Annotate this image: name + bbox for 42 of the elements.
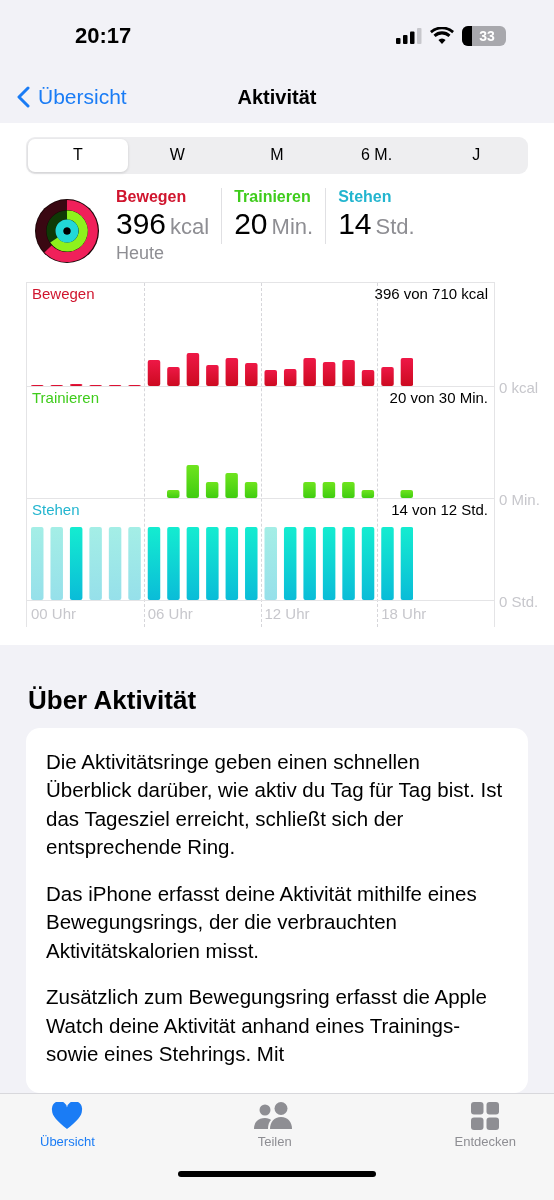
period-label: Heute xyxy=(116,242,166,264)
metric-unit: Std. xyxy=(375,213,415,240)
section-heading: Über Aktivität xyxy=(28,684,198,716)
goal-text: 396 von 710 kcal xyxy=(374,284,488,302)
status-time: 20:17 xyxy=(75,22,132,49)
goal-text: 14 von 12 Std. xyxy=(391,500,488,518)
heart-icon xyxy=(51,1101,84,1130)
grid-icon xyxy=(471,1101,500,1130)
wifi-icon xyxy=(430,27,454,45)
metric-label: Bewegen xyxy=(116,187,188,206)
page-title: Aktivität xyxy=(237,85,317,109)
axis-label: 06 Uhr xyxy=(146,603,194,624)
axis-label: 18 Uhr xyxy=(380,603,428,624)
segment-tab[interactable]: T xyxy=(28,138,128,172)
metric-value: 396 xyxy=(116,206,167,241)
segment-tab[interactable]: W xyxy=(127,138,228,172)
info-paragraph: Das iPhone erfasst deine Aktivität mithilfe eines Bewegungsrings, der die verbrauchten Aktivitätskalorien misst. xyxy=(46,880,478,964)
chevron-left-icon xyxy=(17,86,30,109)
metric-label: Stehen xyxy=(338,187,393,206)
metric-value: 14 xyxy=(338,206,372,241)
segment-tab[interactable]: M xyxy=(227,138,327,172)
activity-rings-icon xyxy=(34,197,100,264)
chart-label: Trainieren xyxy=(32,388,99,406)
axis-label: 00 Uhr xyxy=(30,603,78,624)
goal-text: 20 von 30 Min. xyxy=(389,388,488,406)
axis-zero-label: 0 Std. xyxy=(499,592,539,610)
signal-icon xyxy=(396,27,422,44)
metric-unit: Min. xyxy=(271,213,314,240)
battery-icon: 33 xyxy=(462,25,506,46)
chart-label: Stehen xyxy=(32,500,80,518)
tab-item[interactable]: Übersicht xyxy=(40,1101,95,1149)
metric-value: 20 xyxy=(234,206,268,241)
axis-zero-label: 0 kcal xyxy=(499,378,539,396)
axis-zero-label: 0 Min. xyxy=(499,490,540,508)
info-paragraph: Die Aktivitätsringe geben einen schnellen Überblick darüber, wie aktiv du Tag für Tag bist. Ist das Tagesziel erreicht, schließt sich der entsprechende Ring. xyxy=(46,748,504,861)
back-link[interactable]: Übersicht xyxy=(0,85,127,110)
metric-label: Trainieren xyxy=(234,187,312,206)
segment-tab[interactable]: J xyxy=(426,138,526,172)
info-paragraph: Zusätzlich zum Bewegungsring erfasst die Apple Watch deine Aktivität anhand eines Trainings- sowie eines Stehrings. Mit xyxy=(46,984,488,1068)
chart-label: Bewegen xyxy=(32,284,95,302)
metric-unit: kcal xyxy=(170,213,210,240)
segment-tab[interactable]: 6 M. xyxy=(326,138,427,172)
